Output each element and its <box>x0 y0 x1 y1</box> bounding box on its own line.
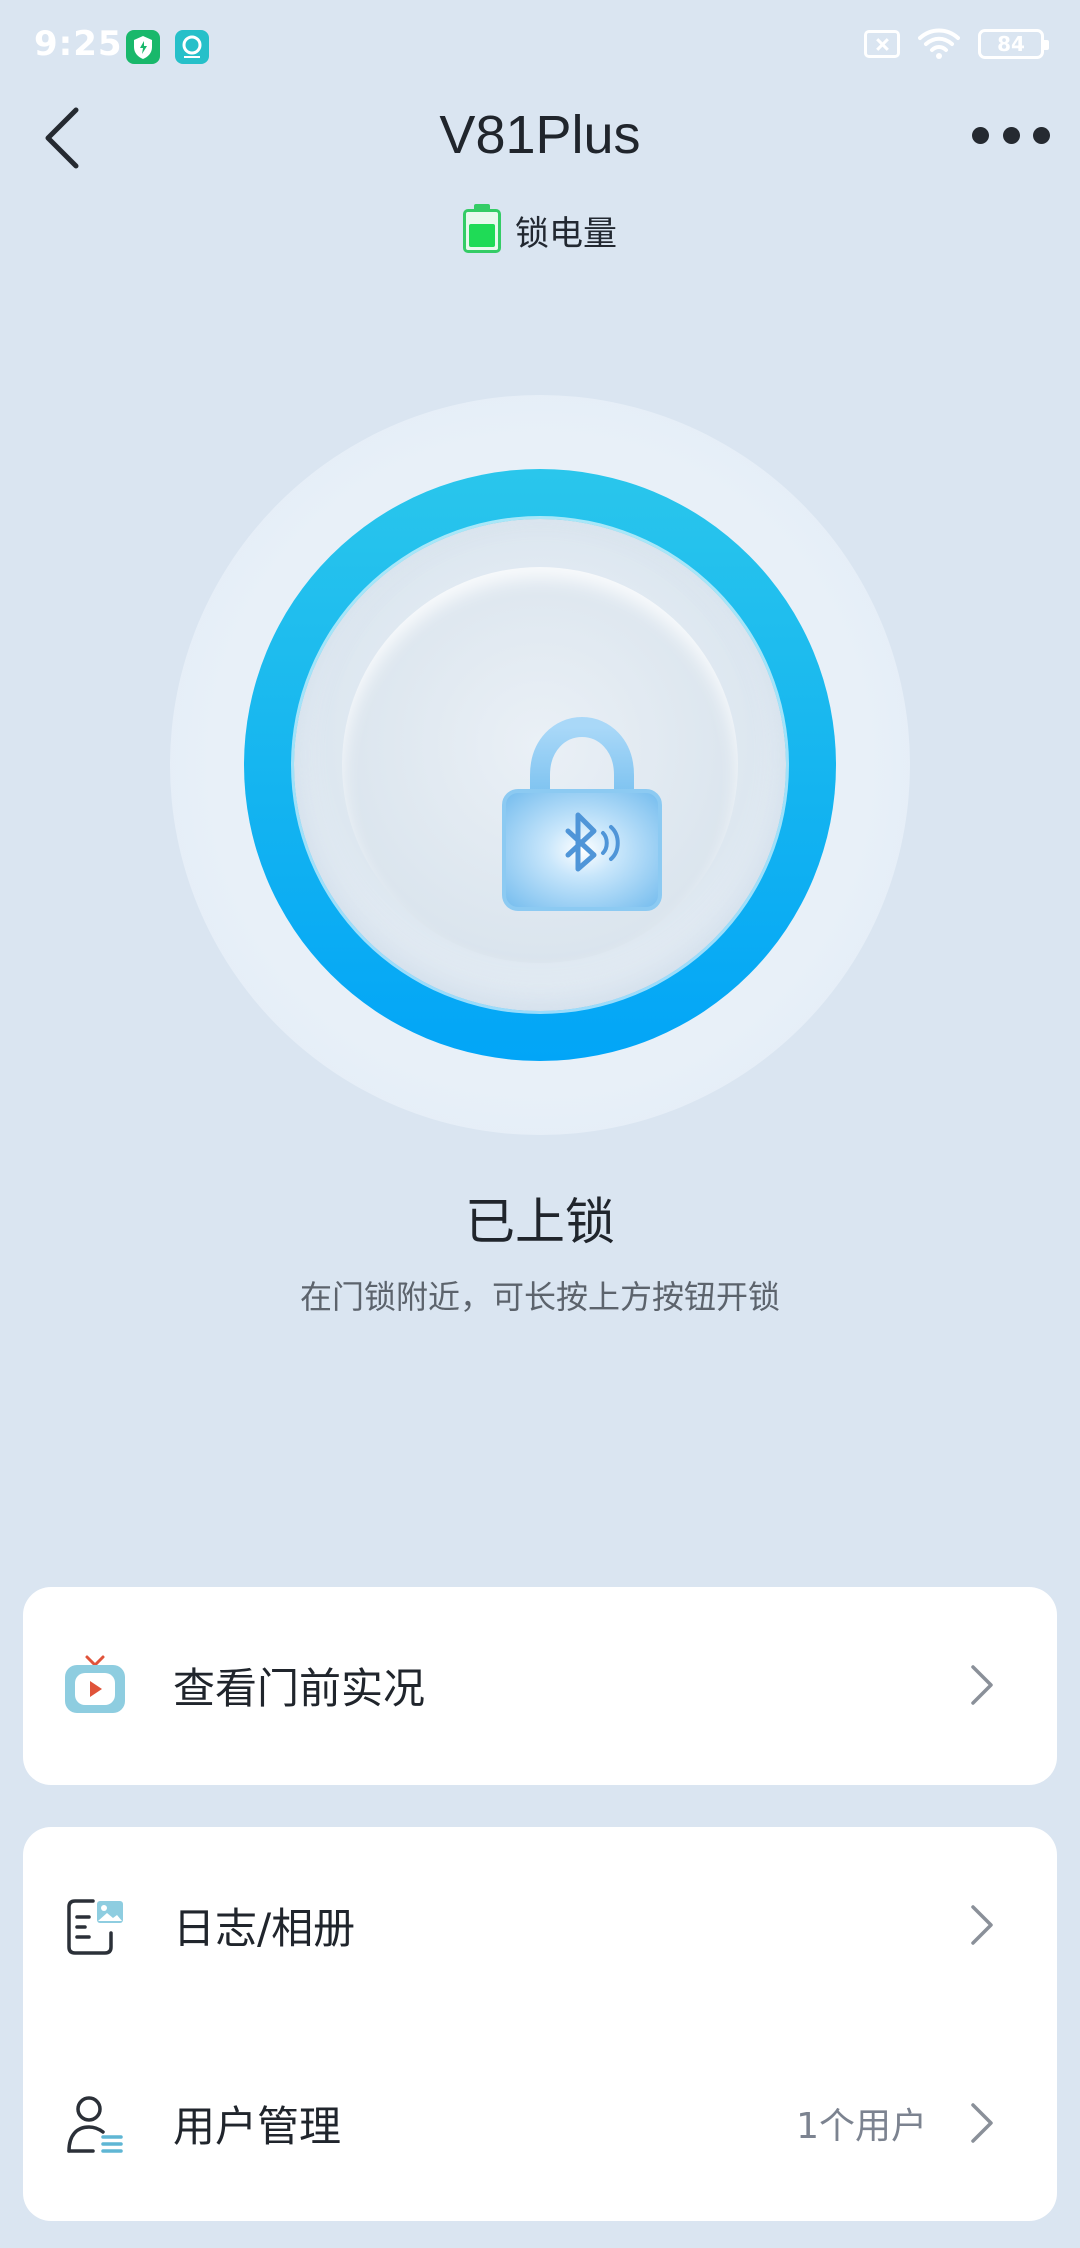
unlock-button[interactable] <box>244 469 836 1061</box>
sim-off-icon <box>864 30 900 58</box>
status-icons: 84 <box>864 28 1049 60</box>
more-dots-icon <box>972 126 989 144</box>
status-bar: 9:25 84 <box>0 0 1080 96</box>
management-card: 日志/相册 用户管理 1个用户 <box>23 1827 1057 2221</box>
user-count: 1个用户 <box>796 2106 927 2147</box>
live-view-row[interactable]: 查看门前实况 <box>23 1587 1057 1783</box>
live-view-label: 查看门前实况 <box>173 1663 426 1713</box>
logs-album-label: 日志/相册 <box>173 1903 356 1953</box>
unlock-button-disc <box>294 519 786 1011</box>
battery-level-icon <box>463 203 501 253</box>
lock-battery: 锁电量 <box>0 203 1080 255</box>
more-button[interactable] <box>972 110 1050 160</box>
wifi-icon <box>918 28 960 59</box>
logs-album-row[interactable]: 日志/相册 <box>23 1827 1057 2023</box>
user-manage-icon <box>67 2096 123 2153</box>
chevron-right-icon <box>971 2103 993 2143</box>
battery-level: 84 <box>997 32 1025 56</box>
circle-app-icon <box>175 30 209 64</box>
log-album-icon <box>67 1899 123 1955</box>
bluetooth-padlock-icon <box>502 716 662 911</box>
user-management-row[interactable]: 用户管理 1个用户 <box>23 2025 1057 2221</box>
tv-play-icon <box>65 1655 125 1713</box>
chevron-right-icon <box>971 1665 993 1705</box>
lock-battery-label: 锁电量 <box>515 214 617 254</box>
page-title: V81Plus <box>439 105 641 165</box>
unlock-hint: 在门锁附近，可长按上方按钮开锁 <box>299 1278 780 1316</box>
live-view-card: 查看门前实况 <box>23 1587 1057 1785</box>
battery-icon: 84 <box>978 29 1049 59</box>
shield-app-icon <box>126 30 160 64</box>
status-time: 9:25 <box>34 24 123 64</box>
chevron-right-icon <box>971 1905 993 1945</box>
unlock-button-core <box>342 567 738 963</box>
lock-control <box>170 395 910 1135</box>
user-management-label: 用户管理 <box>173 2101 342 2151</box>
lock-state: 已上锁 <box>465 1193 615 1251</box>
